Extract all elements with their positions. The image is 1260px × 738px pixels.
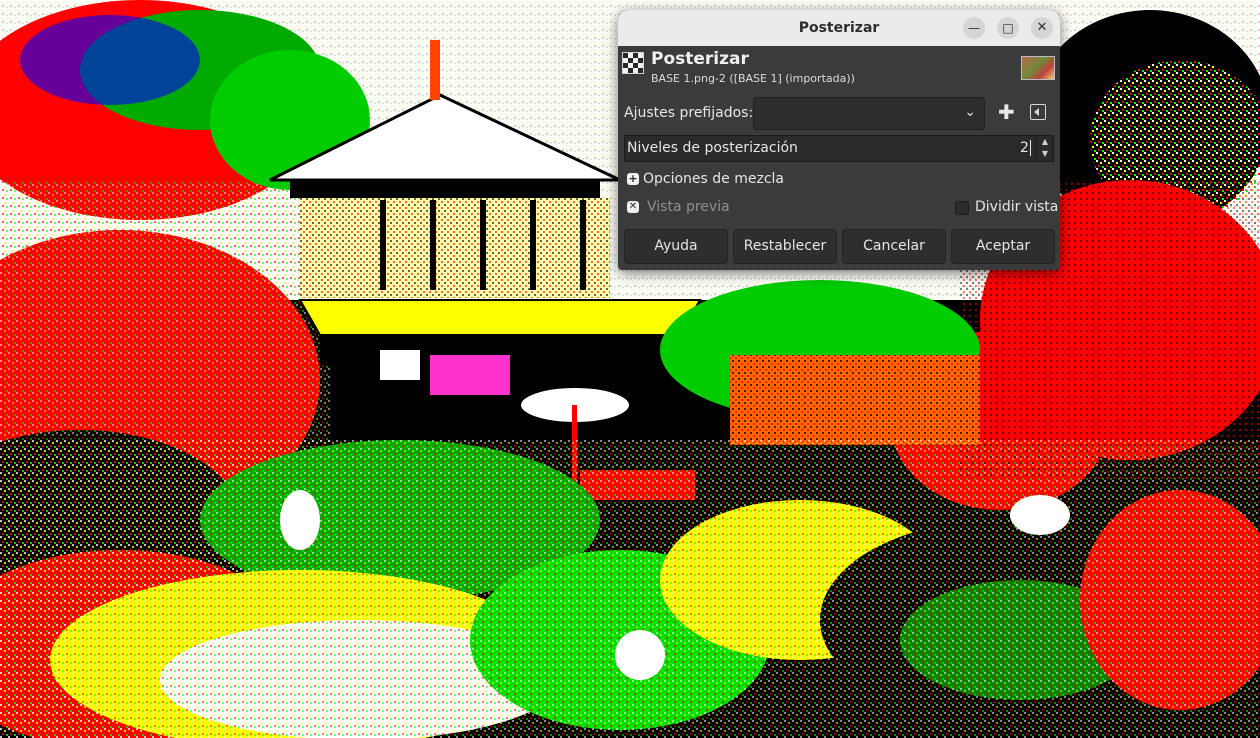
- blend-options-label: Opciones de mezcla: [643, 171, 785, 187]
- minimize-icon[interactable]: —: [963, 17, 985, 39]
- preview-label: Vista previa: [647, 199, 730, 215]
- window-title: Posterizar: [798, 20, 880, 36]
- dialog-titlebar[interactable]: Posterizar — □ ✕: [618, 10, 1060, 46]
- presets-label: Ajustes prefijados:: [624, 105, 754, 121]
- close-icon[interactable]: ✕: [1031, 17, 1053, 39]
- header-subtitle: BASE 1.png-2 ([BASE 1] (importada)): [651, 72, 855, 85]
- levels-spinscale[interactable]: Niveles de posterización 2 ▲ ▼: [624, 135, 1054, 162]
- image-thumbnail: [1021, 56, 1055, 80]
- reset-button[interactable]: Restablecer: [733, 229, 837, 264]
- chevron-up-icon[interactable]: ▲: [1037, 136, 1053, 148]
- posterize-dialog: Posterizar — □ ✕ Posterizar BASE 1.png-2…: [618, 10, 1060, 270]
- cancel-button[interactable]: Cancelar: [842, 229, 946, 264]
- presets-row: Ajustes prefijados: ⌄ ✚: [618, 96, 1060, 130]
- levels-stepper[interactable]: ▲ ▼: [1036, 136, 1053, 161]
- maximize-icon[interactable]: □: [997, 17, 1019, 39]
- split-view-checkbox[interactable]: [955, 201, 969, 215]
- chevron-down-icon[interactable]: ▼: [1037, 148, 1053, 160]
- posterize-icon: [622, 52, 644, 74]
- presets-combo[interactable]: ⌄: [753, 97, 985, 130]
- ok-button[interactable]: Aceptar: [951, 229, 1055, 264]
- preview-checkbox[interactable]: ✕: [627, 201, 639, 213]
- levels-label: Niveles de posterización: [627, 140, 798, 156]
- split-view-label: Dividir vista: [975, 199, 1059, 215]
- expand-plus-icon[interactable]: +: [627, 173, 639, 185]
- header-title: Posterizar: [651, 49, 749, 69]
- chevron-down-icon: ⌄: [964, 104, 976, 120]
- levels-value[interactable]: 2: [1020, 140, 1031, 156]
- preset-menu-icon[interactable]: [1030, 104, 1046, 120]
- help-button[interactable]: Ayuda: [624, 229, 728, 264]
- add-preset-icon[interactable]: ✚: [998, 101, 1015, 123]
- dialog-header: Posterizar BASE 1.png-2 ([BASE 1] (impor…: [618, 46, 1060, 96]
